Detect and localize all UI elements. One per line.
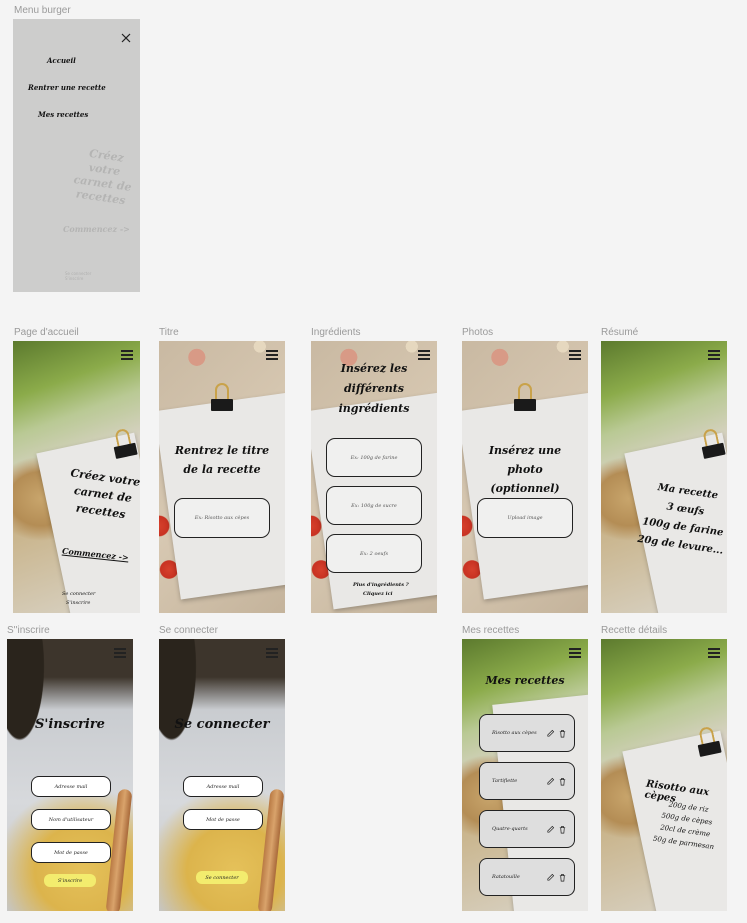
my-recipes-title: Mes recettes: [485, 674, 565, 687]
recipe-name: Risotto aux cèpes: [492, 730, 537, 736]
recipe-item[interactable]: Risotto aux cèpes: [479, 714, 575, 752]
paper-card: [159, 392, 285, 600]
binder-clip-icon: [514, 383, 536, 411]
hamburger-icon[interactable]: [114, 648, 126, 658]
recipe-title-input[interactable]: Ex: Risotto aux cèpes: [174, 498, 270, 538]
ingredients-heading-line: différents: [343, 382, 405, 395]
ingredients-heading-line: ingrédients: [338, 402, 410, 415]
ingredients-heading-line: Insérez les: [340, 362, 408, 375]
summary-text: Ma recette 3 œufs 100g de farine 20g de …: [634, 477, 727, 561]
ingredients-heading: Insérez les différents ingrédients: [321, 359, 427, 419]
hamburger-icon[interactable]: [266, 350, 278, 360]
close-icon[interactable]: [121, 28, 131, 43]
hamburger-icon[interactable]: [708, 350, 720, 360]
title-heading-line: de la recette: [183, 463, 261, 476]
frame-recette-details: Risotto aux cèpes 200g de riz 500g de cè…: [601, 639, 727, 911]
frame-connecter: Se connecter Adresse mail Mot de passe S…: [159, 639, 285, 911]
upload-image-button[interactable]: Upload image: [477, 498, 573, 538]
menu-item-accueil[interactable]: Accueil: [47, 56, 76, 65]
ghost-title: Créez votre carnet de recettes: [72, 146, 133, 208]
hamburger-icon[interactable]: [569, 350, 581, 360]
frame-resume: Ma recette 3 œufs 100g de farine 20g de …: [601, 341, 727, 613]
recipe-name: Tartiflette: [492, 778, 518, 784]
hamburger-icon[interactable]: [708, 648, 720, 658]
title-heading: Rentrez le titre de la recette: [169, 441, 275, 479]
hamburger-icon[interactable]: [121, 350, 133, 360]
ingredient-input-3[interactable]: Ex: 2 oeufs: [326, 534, 422, 573]
binder-clip-icon: [694, 725, 722, 757]
frame-label-mes-recettes: Mes recettes: [462, 625, 520, 636]
photo-heading-line: (optionnel): [490, 482, 560, 495]
frame-label-connecter: Se connecter: [159, 625, 218, 636]
more-ingredients-link[interactable]: Cliquez ici: [363, 591, 393, 597]
signup-link[interactable]: S'inscrire: [66, 600, 90, 606]
frame-menu-burger: Créez votre carnet de recettes Commencez…: [13, 19, 140, 292]
title-heading-line: Rentrez le titre: [174, 444, 270, 457]
binder-clip-icon: [211, 383, 233, 411]
recipe-item[interactable]: Ratatouille: [479, 858, 575, 896]
signup-title: S'inscrire: [35, 717, 105, 732]
trash-icon[interactable]: [558, 777, 567, 786]
frame-label-recette-details: Recette détails: [601, 625, 668, 636]
login-link[interactable]: Se connecter: [62, 591, 95, 597]
menu-item-mes-recettes[interactable]: Mes recettes: [38, 110, 88, 119]
frame-titre: Rentrez le titre de la recette Ex: Risot…: [159, 341, 285, 613]
hamburger-icon[interactable]: [569, 648, 581, 658]
frame-photos: Insérez une photo (optionnel) Upload ima…: [462, 341, 588, 613]
trash-icon[interactable]: [558, 873, 567, 882]
email-field[interactable]: Adresse mail: [31, 776, 111, 797]
frame-label-photos: Photos: [462, 327, 494, 338]
recipe-item[interactable]: Quatre-quarts: [479, 810, 575, 848]
email-field[interactable]: Adresse mail: [183, 776, 263, 797]
pencil-icon[interactable]: [546, 777, 555, 786]
recipe-item[interactable]: Tartiflette: [479, 762, 575, 800]
ghost-link: Commencez ->: [63, 224, 130, 234]
frame-label-ingredients: Ingrédients: [311, 327, 361, 338]
hamburger-icon[interactable]: [418, 350, 430, 360]
password-field[interactable]: Mot de passe: [183, 809, 263, 830]
username-field[interactable]: Nom d'utilisateur: [31, 809, 111, 830]
frame-inscrire: S'inscrire Adresse mail Nom d'utilisateu…: [7, 639, 133, 911]
more-ingredients-text: Plus d'ingrédients ?: [353, 582, 409, 588]
photo-heading-line: Insérez une photo: [488, 444, 562, 476]
recipe-name: Quatre-quarts: [492, 826, 528, 832]
pencil-icon[interactable]: [546, 873, 555, 882]
signup-button[interactable]: S'inscrire: [44, 874, 96, 887]
frame-label-menu-burger: Menu burger: [14, 5, 71, 16]
frame-accueil: Créez votre carnet de recettes Commencez…: [13, 341, 140, 613]
menu-item-rentrer-recette[interactable]: Rentrer une recette: [28, 83, 106, 92]
frame-label-titre: Titre: [159, 327, 179, 338]
recipe-name: Ratatouille: [492, 874, 520, 880]
login-title: Se connecter: [174, 717, 270, 732]
frame-mes-recettes: Mes recettes Risotto aux cèpes Tartiflet…: [462, 639, 588, 911]
recipe-detail-ingredients: 200g de riz 500g de cèpes 20cl de crème …: [648, 796, 724, 853]
password-field[interactable]: Mot de passe: [31, 842, 111, 863]
frame-label-inscrire: S''inscrire: [7, 625, 50, 636]
pencil-icon[interactable]: [546, 825, 555, 834]
login-button[interactable]: Se connecter: [196, 871, 248, 884]
pencil-icon[interactable]: [546, 729, 555, 738]
ingredient-input-1[interactable]: Ex: 100g de farine: [326, 438, 422, 477]
frame-ingredients: Insérez les différents ingrédients Ex: 1…: [311, 341, 437, 613]
hamburger-icon[interactable]: [266, 648, 278, 658]
frame-label-resume: Résumé: [601, 327, 639, 338]
trash-icon[interactable]: [558, 729, 567, 738]
ingredient-input-2[interactable]: Ex: 100g de sucre: [326, 486, 422, 525]
ghost-footer: Se connecter S'inscrire: [65, 271, 92, 281]
frame-label-accueil: Page d'accueil: [14, 327, 79, 338]
trash-icon[interactable]: [558, 825, 567, 834]
photo-heading: Insérez une photo (optionnel): [470, 441, 580, 498]
rolling-pin-icon: [257, 788, 285, 911]
